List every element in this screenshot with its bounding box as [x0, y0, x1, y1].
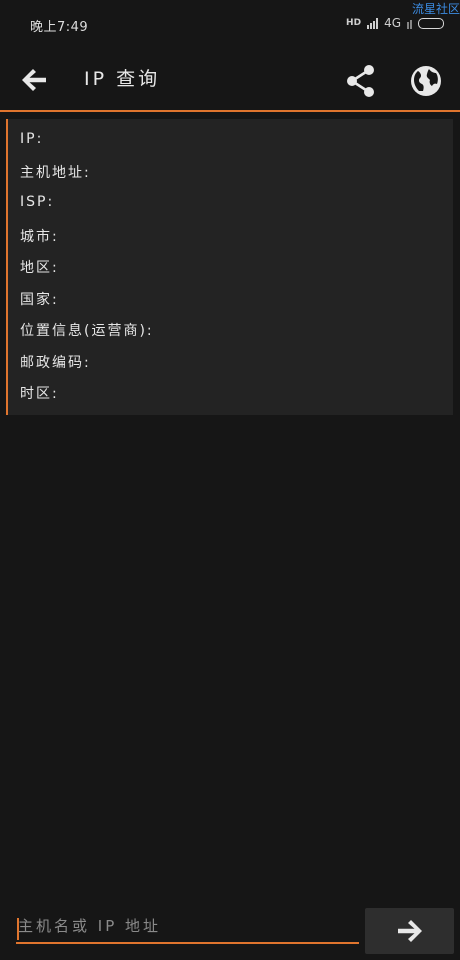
- field-country-label: 国家:: [20, 292, 59, 308]
- network-activity-icon: [407, 18, 412, 29]
- signal-icon: [367, 17, 379, 29]
- field-city-label: 城市:: [20, 229, 59, 245]
- field-hostname-label: 主机地址:: [20, 165, 91, 181]
- watermark: 流星社区: [411, 2, 460, 16]
- search-bar: [0, 900, 460, 960]
- battery-icon: [418, 17, 444, 29]
- status-time: 晚上7:49: [30, 20, 89, 35]
- query-button[interactable]: [365, 908, 454, 954]
- field-region-label: 地区:: [20, 260, 59, 276]
- share-button[interactable]: [340, 60, 382, 102]
- field-postal-code-label: 邮政编码:: [20, 355, 91, 371]
- field-ip-label: IP:: [20, 131, 44, 147]
- field-isp-label: ISP:: [20, 194, 55, 210]
- status-indicators: HD 4G: [346, 16, 444, 30]
- back-button[interactable]: [14, 60, 54, 100]
- status-bar: 晚上7:49 HD 4G 流星社区: [0, 0, 460, 46]
- arrow-left-icon: [22, 69, 46, 91]
- globe-button[interactable]: [405, 60, 447, 102]
- globe-icon: [411, 66, 441, 96]
- host-or-ip-input[interactable]: [16, 910, 359, 944]
- field-timezone-label: 时区:: [20, 386, 59, 402]
- app-bar: IP 查询: [0, 46, 460, 110]
- result-card: IP: 主机地址: ISP: 城市: 地区: 国家: 位置信息(运营商): 邮政…: [6, 119, 453, 415]
- page-title: IP 查询: [84, 68, 161, 90]
- field-location-label: 位置信息(运营商):: [20, 323, 154, 339]
- app-bar-divider: [0, 110, 460, 112]
- text-caret: [17, 918, 19, 940]
- arrow-right-icon: [397, 920, 422, 942]
- network-type: 4G: [384, 16, 401, 30]
- share-icon: [347, 65, 374, 97]
- hd-indicator: HD: [346, 17, 362, 28]
